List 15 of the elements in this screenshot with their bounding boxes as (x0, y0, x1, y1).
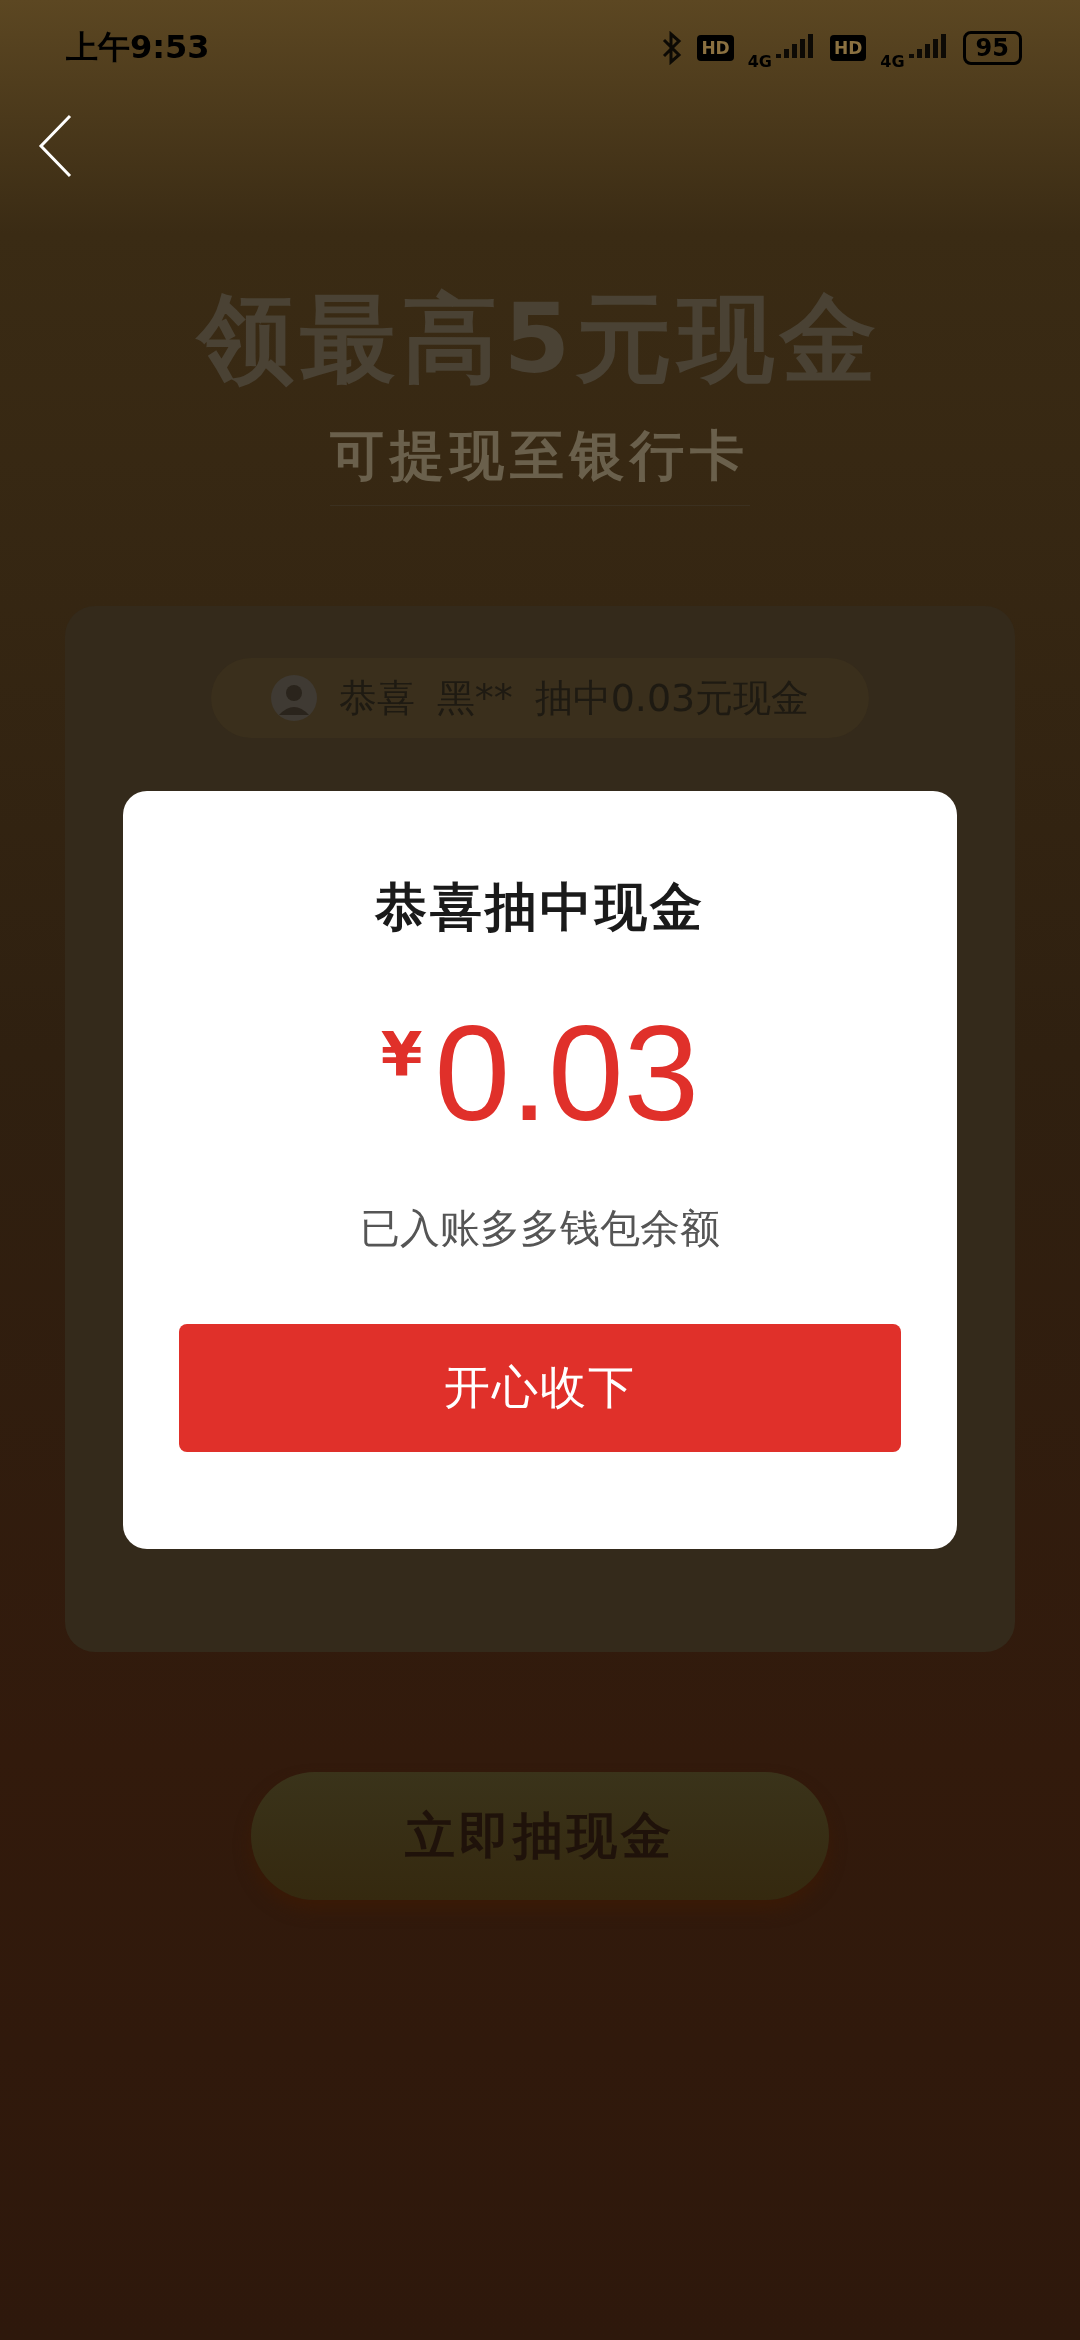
hd-badge: HD (697, 35, 734, 61)
status-time: 上午9:53 (66, 27, 210, 68)
dialog-title: 恭喜抽中现金 (375, 876, 705, 939)
avatar-icon (270, 675, 317, 721)
bluetooth-icon (661, 31, 684, 65)
accept-button[interactable]: 开心收下 (179, 1324, 901, 1452)
dialog-note: 已入账多多钱包余额 (360, 1204, 720, 1253)
currency-symbol: ¥ (380, 1019, 423, 1089)
network-type: 4G (747, 51, 772, 71)
hd-badge: HD (830, 35, 867, 61)
subheadline: 可提现至银行卡 (330, 420, 750, 506)
battery-level: 95 (962, 31, 1022, 65)
back-icon[interactable] (38, 114, 72, 178)
prize-amount: 0.03 (434, 1005, 700, 1141)
network-type: 4G (880, 51, 905, 71)
